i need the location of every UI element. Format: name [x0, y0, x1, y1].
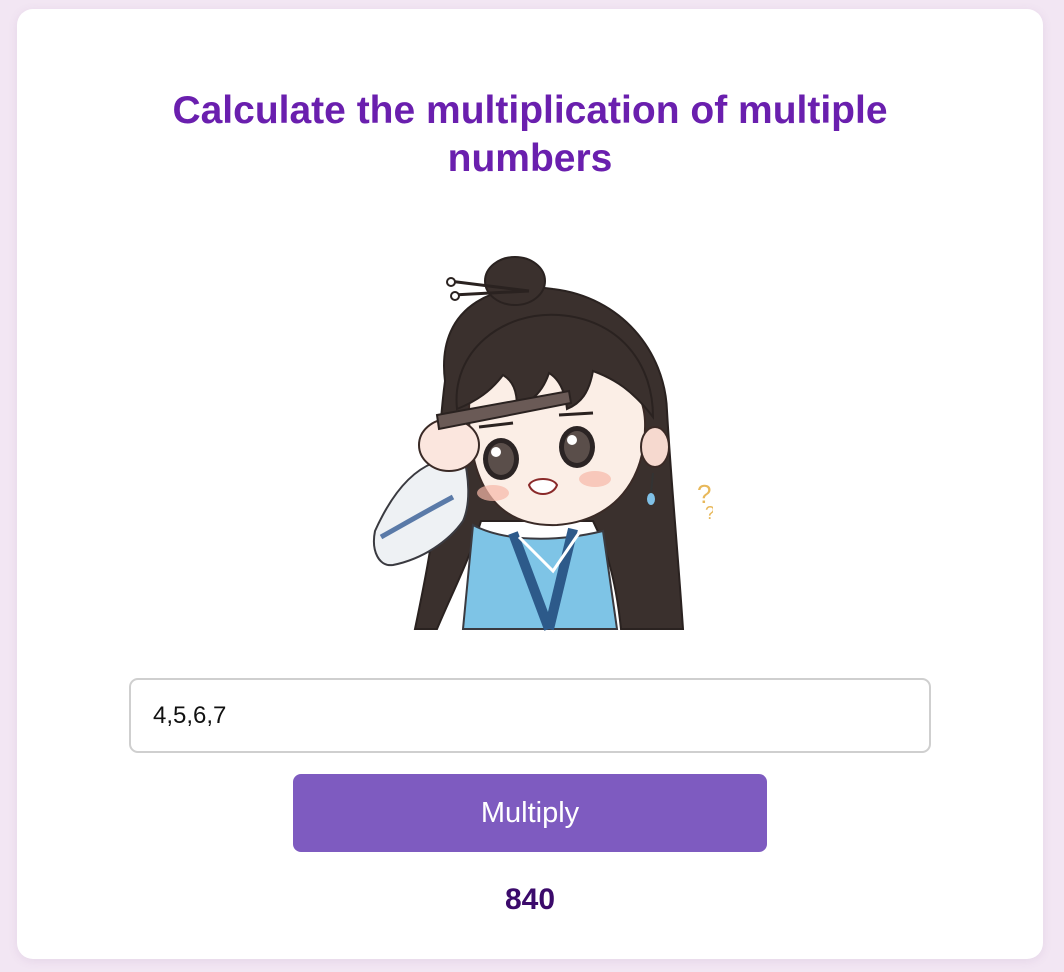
numbers-input[interactable]: [129, 678, 931, 753]
multiply-button[interactable]: Multiply: [293, 774, 767, 852]
result-value: 840: [504, 883, 556, 916]
chibi-girl-illustration: ? ?: [373, 256, 713, 631]
calculator-card: Calculate the multiplication of multiple…: [17, 9, 1043, 959]
svg-text:?: ?: [705, 503, 713, 523]
page-title: Calculate the multiplication of multiple…: [172, 89, 888, 180]
